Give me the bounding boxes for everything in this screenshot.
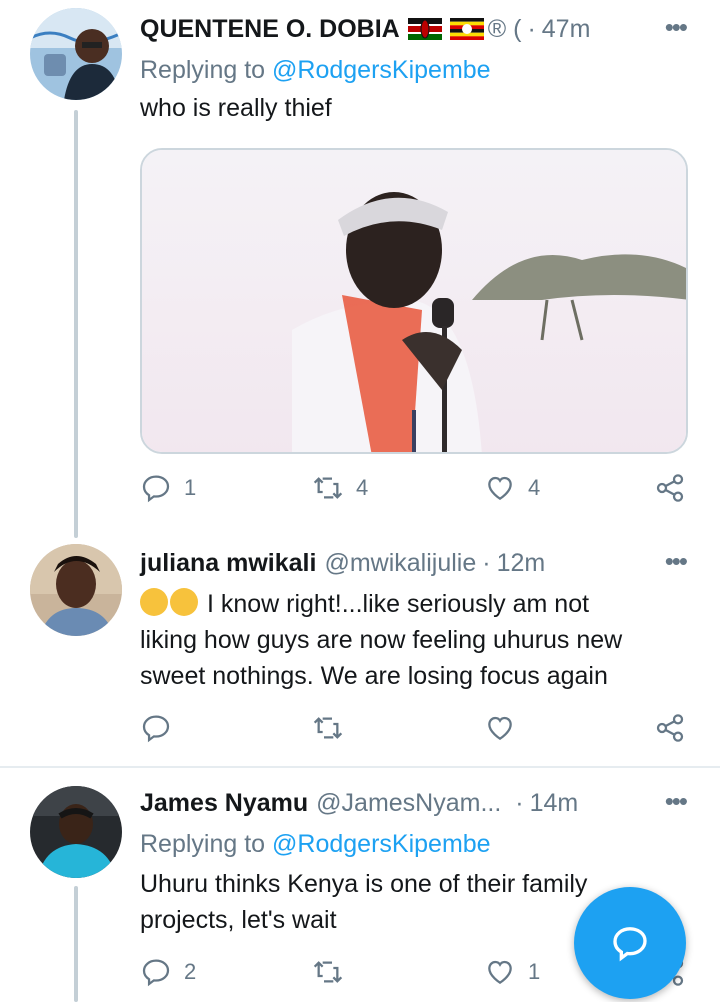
replying-to: Replying to @RodgersKipembe <box>140 56 491 85</box>
reply-icon <box>142 715 170 743</box>
uganda-flag-icon <box>449 18 484 40</box>
display-name[interactable]: QUENTENE O. DOBIA <box>140 15 400 44</box>
reply-button[interactable] <box>140 712 172 744</box>
tweet-header: James Nyamu @JamesNyam... · 14m ••• <box>140 786 700 820</box>
more-options-icon[interactable]: ••• <box>665 546 688 577</box>
separator-dot: · <box>515 788 524 817</box>
share-button[interactable] <box>654 472 686 504</box>
tweet-text: who is really thief <box>140 94 332 122</box>
tweet-1[interactable]: QUENTENE O. DOBIA ® ( · 47m ••• Replying… <box>0 0 720 540</box>
like-button[interactable]: 1 <box>484 956 540 988</box>
replying-prefix: Replying to <box>140 830 266 858</box>
timestamp[interactable]: 47m <box>542 15 591 44</box>
like-count: 4 <box>528 475 541 500</box>
like-button[interactable]: 4 <box>484 472 540 504</box>
separator-dot: · <box>527 14 536 43</box>
tweet-header: juliana mwikali @mwikalijulie · 12m ••• <box>140 546 700 580</box>
replying-to: Replying to @RodgersKipembe <box>140 830 491 859</box>
tweet-2[interactable]: juliana mwikali @mwikalijulie · 12m ••• … <box>0 540 720 766</box>
tweet-text-line-1: I know right!...like seriously am not <box>200 590 590 618</box>
display-name[interactable]: juliana mwikali <box>140 549 316 578</box>
mention-link[interactable]: @RodgersKipembe <box>272 830 491 858</box>
reply-icon <box>142 475 170 503</box>
like-icon <box>488 960 512 985</box>
like-icon <box>488 476 512 501</box>
replying-prefix: Replying to <box>140 56 266 84</box>
reply-icon <box>142 959 170 987</box>
compose-reply-button[interactable] <box>574 887 686 999</box>
mention-link[interactable]: @RodgersKipembe <box>272 56 491 84</box>
retweet-button[interactable]: 4 <box>312 472 368 504</box>
tweet-actions <box>140 712 700 752</box>
like-count: 1 <box>528 959 541 984</box>
avatar[interactable] <box>30 786 122 878</box>
reply-button[interactable]: 1 <box>140 472 196 504</box>
retweet-icon <box>313 477 343 499</box>
retweet-icon <box>313 717 343 739</box>
display-name[interactable]: James Nyamu <box>140 789 308 818</box>
tweet-actions: 1 4 4 <box>140 472 700 512</box>
timestamp[interactable]: 14m <box>530 789 579 818</box>
timestamp[interactable]: 12m <box>497 549 546 578</box>
kenya-flag-icon <box>407 18 442 40</box>
handle[interactable]: @JamesNyam... <box>316 789 501 818</box>
rofl-emoji-icon <box>140 588 168 616</box>
share-icon <box>656 474 684 502</box>
handle[interactable]: @mwikalijulie <box>324 549 476 578</box>
like-button[interactable] <box>484 712 516 744</box>
compose-reply-icon <box>613 927 647 962</box>
retweet-button[interactable] <box>312 956 344 988</box>
thread-line <box>74 110 78 538</box>
retweet-button[interactable] <box>312 712 344 744</box>
separator-dot: · <box>482 548 491 577</box>
tweet-divider <box>0 766 720 768</box>
like-icon <box>488 716 512 741</box>
handle-truncated: ® ( <box>487 14 522 43</box>
retweet-count: 4 <box>356 475 369 500</box>
thread-line <box>74 886 78 1002</box>
tweet-text-line-3: sweet nothings. We are losing focus agai… <box>140 662 608 690</box>
share-icon <box>656 714 684 742</box>
more-options-icon[interactable]: ••• <box>665 12 688 43</box>
reply-count: 2 <box>184 959 197 984</box>
video-thumbnail[interactable] <box>140 148 688 454</box>
reply-button[interactable]: 2 <box>140 956 196 988</box>
retweet-icon <box>313 961 343 983</box>
avatar[interactable] <box>30 544 122 636</box>
rofl-emoji-icon <box>170 588 198 616</box>
tweet-header: QUENTENE O. DOBIA ® ( · 47m ••• <box>140 12 700 46</box>
reply-count: 1 <box>184 475 197 500</box>
tweet-text: I know right!...like seriously am not li… <box>140 586 700 694</box>
share-button[interactable] <box>654 712 686 744</box>
tweet-text-line-2: liking how guys are now feeling uhurus n… <box>140 626 623 654</box>
avatar[interactable] <box>30 8 122 100</box>
more-options-icon[interactable]: ••• <box>665 786 688 817</box>
tweet-text-line: I know right!...like seriously am not <box>140 586 700 622</box>
